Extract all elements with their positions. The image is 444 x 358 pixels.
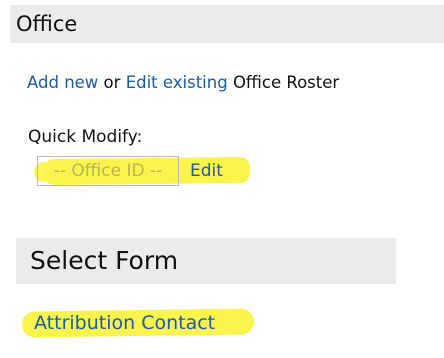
quick-modify-label: Quick Modify: [28, 127, 143, 147]
select-form-title: Select Form [30, 246, 179, 275]
office-section-header: Office [10, 5, 444, 43]
select-form-header: Select Form [16, 238, 396, 284]
roster-line: Add new or Edit existing Office Roster [27, 72, 339, 94]
edit-existing-link[interactable]: Edit existing [126, 73, 228, 92]
roster-or-text: or [103, 73, 121, 92]
attribution-contact-link[interactable]: Attribution Contact [28, 306, 215, 340]
add-new-link[interactable]: Add new [27, 73, 98, 92]
office-id-select[interactable]: -- Office ID -- [37, 156, 179, 186]
office-section-title: Office [16, 12, 78, 36]
office-page: Office Add new or Edit existing Office R… [0, 0, 444, 358]
quick-edit-link[interactable]: Edit [190, 158, 223, 184]
form-list-item: Attribution Contact [21, 306, 255, 340]
roster-target-text: Office Roster [232, 73, 340, 92]
